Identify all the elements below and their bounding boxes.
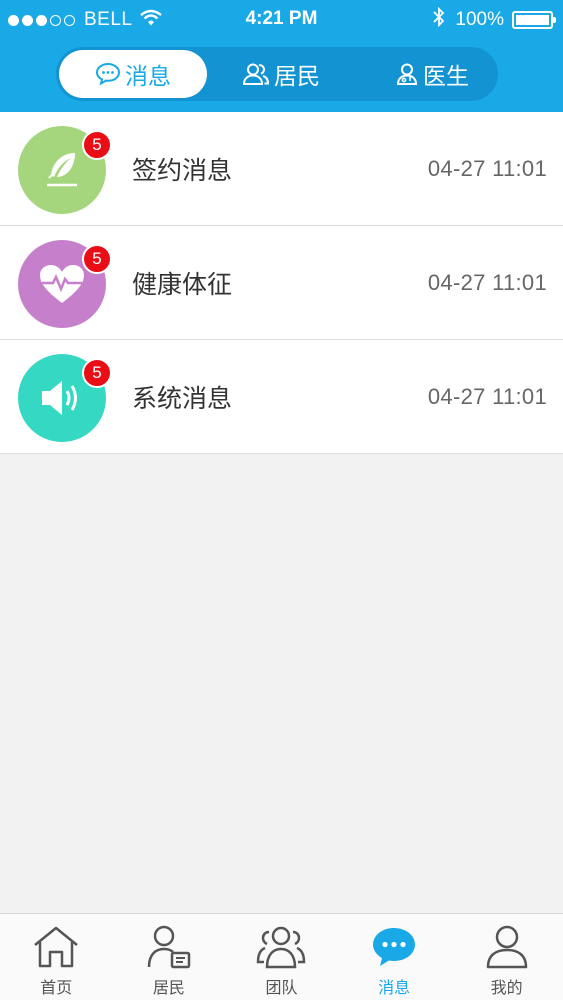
tabbar-profile-label: 我的 xyxy=(490,978,523,997)
unread-badge: 5 xyxy=(82,244,112,274)
battery-percent: 100% xyxy=(455,9,504,30)
tabbar-home[interactable]: 首页 xyxy=(0,914,113,1000)
tabbar-team-label: 团队 xyxy=(265,978,298,997)
tabbar-residents-label: 居民 xyxy=(152,978,185,997)
tab-messages[interactable]: 消息 xyxy=(59,50,207,98)
message-title: 签约消息 xyxy=(132,156,233,185)
segment-control: 消息 居民 医生 xyxy=(56,47,498,101)
tabbar-messages[interactable]: 消息 xyxy=(338,914,451,1000)
message-time: 04-27 11:01 xyxy=(427,270,547,295)
battery-icon xyxy=(512,11,556,29)
bottom-tab-bar: 首页 居民 团队 消息 我的 xyxy=(0,913,563,1000)
message-title: 健康体征 xyxy=(132,270,233,299)
bluetooth-icon xyxy=(433,6,445,33)
status-bar: BELL 4:21 PM 100% xyxy=(0,0,563,40)
message-item-signing[interactable]: 5 签约消息 04-27 11:01 xyxy=(0,112,563,226)
message-list: 5 签约消息 04-27 11:01 5 健康体征 04-27 11:01 5 … xyxy=(0,112,563,454)
unread-badge: 5 xyxy=(82,130,112,160)
doctor-icon xyxy=(395,62,419,86)
message-title: 系统消息 xyxy=(132,384,233,413)
status-right: 100% xyxy=(433,6,556,33)
header: BELL 4:21 PM 100% 消息 居民 医生 xyxy=(0,0,563,112)
resident-card-icon xyxy=(113,924,226,970)
people-icon xyxy=(242,62,270,86)
message-bubble-icon xyxy=(338,924,451,970)
unread-badge: 5 xyxy=(82,358,112,388)
tabbar-home-label: 首页 xyxy=(40,978,73,997)
chat-bubble-icon xyxy=(95,62,121,86)
message-item-health[interactable]: 5 健康体征 04-27 11:01 xyxy=(0,226,563,340)
tabbar-profile[interactable]: 我的 xyxy=(450,914,563,1000)
tabbar-residents[interactable]: 居民 xyxy=(113,914,226,1000)
team-icon xyxy=(225,924,338,970)
message-time: 04-27 11:01 xyxy=(427,156,547,181)
tabbar-team[interactable]: 团队 xyxy=(225,914,338,1000)
message-time: 04-27 11:01 xyxy=(427,384,547,409)
tab-messages-label: 消息 xyxy=(125,64,171,90)
tab-residents[interactable]: 居民 xyxy=(221,47,341,101)
tab-doctors[interactable]: 医生 xyxy=(372,47,492,101)
tab-residents-label: 居民 xyxy=(274,64,320,90)
profile-icon xyxy=(450,924,563,970)
message-item-system[interactable]: 5 系统消息 04-27 11:01 xyxy=(0,340,563,454)
home-icon xyxy=(0,924,113,970)
tab-doctors-label: 医生 xyxy=(423,64,469,90)
tabbar-messages-label: 消息 xyxy=(378,978,411,997)
